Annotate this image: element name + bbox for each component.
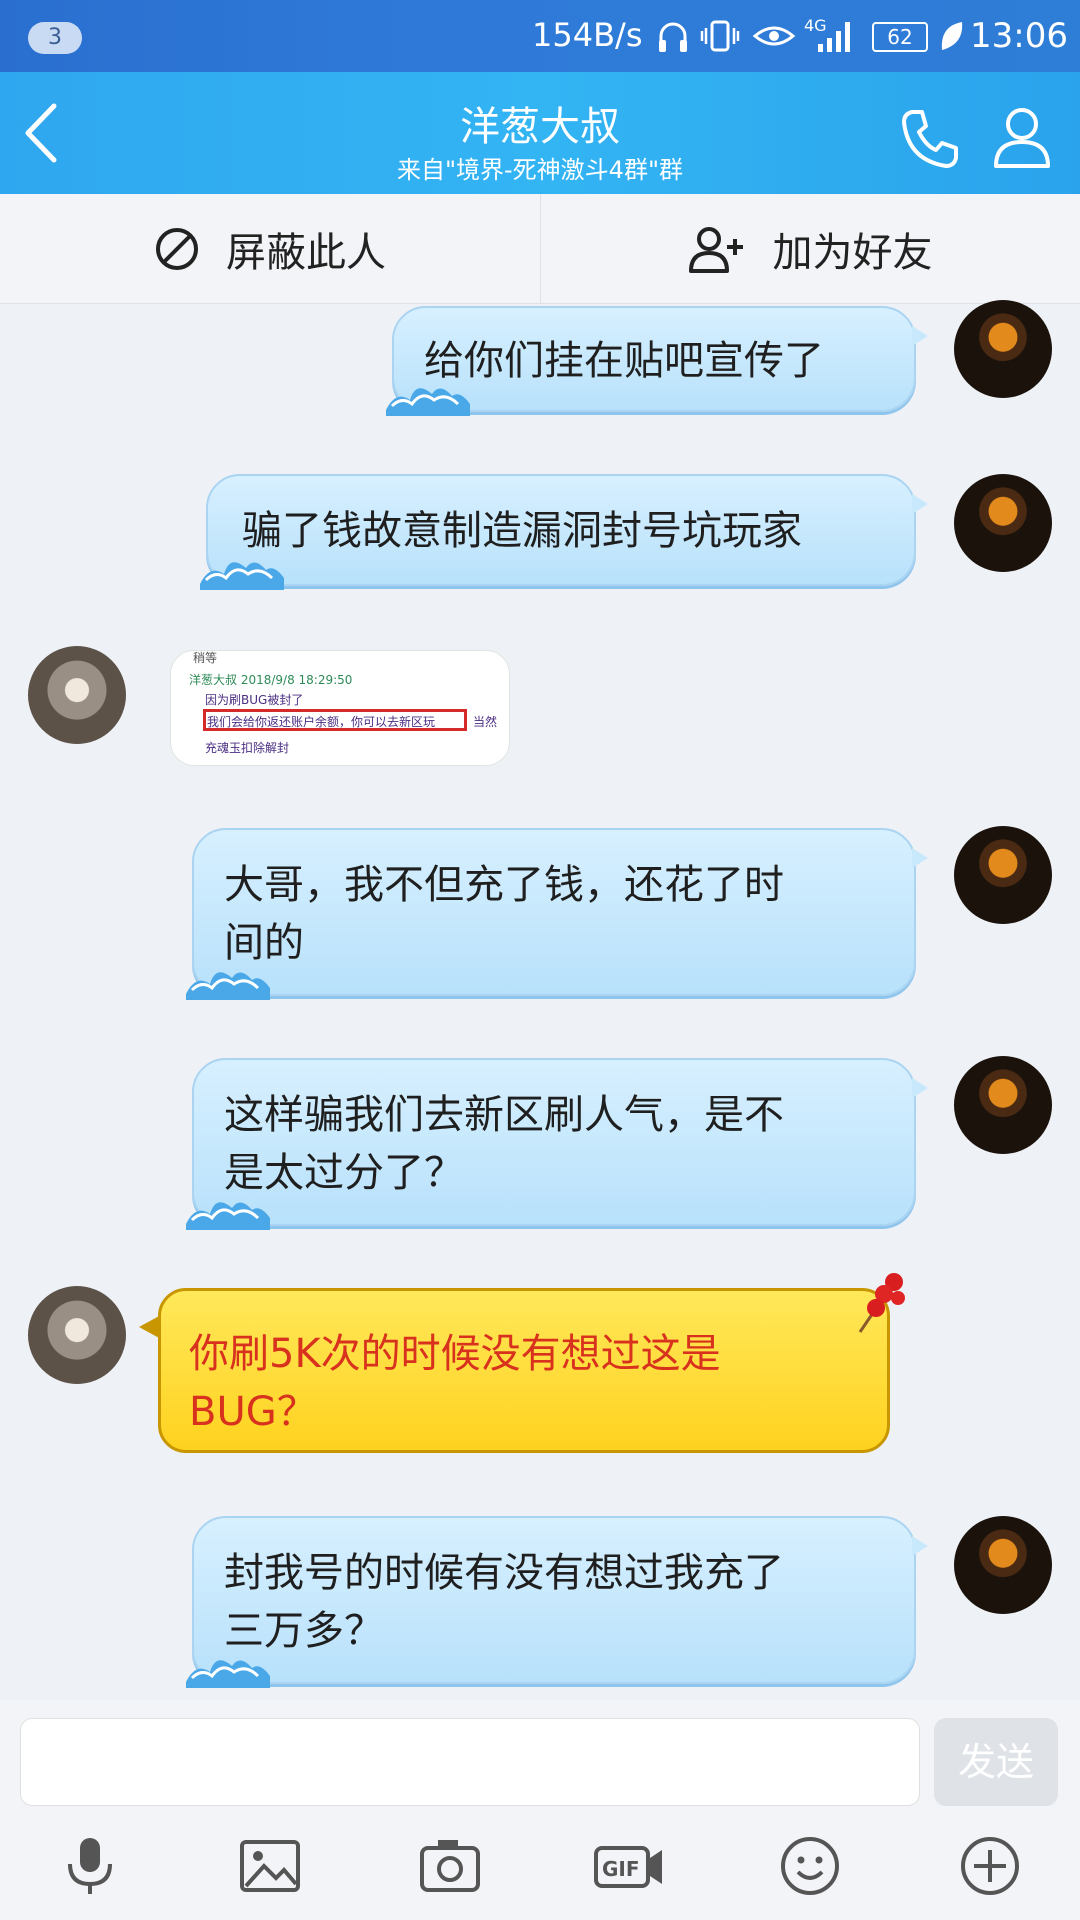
- message-text-line: BUG？: [189, 1389, 317, 1435]
- wave-decoration-icon: [186, 1202, 270, 1230]
- svg-text:GIF: GIF: [602, 1857, 640, 1881]
- send-button[interactable]: 发送: [934, 1718, 1058, 1806]
- image-message[interactable]: 稍等 洋葱大叔 2018/9/8 18:29:50 因为刷BUG被封了 我们会给…: [170, 650, 510, 766]
- message-text-line: 大哥，我不但充了钱，还花了时: [224, 862, 784, 908]
- leaf-icon: [941, 22, 963, 50]
- eye-icon: [752, 26, 796, 46]
- block-icon: [156, 228, 198, 270]
- wave-decoration-icon: [186, 972, 270, 1000]
- add-friend-button[interactable]: 加为好友: [540, 194, 1080, 304]
- image-text-line: 当然: [473, 715, 498, 729]
- image-icon[interactable]: [238, 1834, 302, 1898]
- headphones-icon: [659, 22, 687, 52]
- block-label: 屏蔽此人: [226, 230, 386, 276]
- signal-icon: [818, 22, 850, 52]
- mic-icon[interactable]: [58, 1834, 122, 1898]
- message-bubble-received[interactable]: 你刷5K次的时候没有想过这是 BUG？: [139, 1288, 890, 1453]
- add-friend-label: 加为好友: [772, 230, 933, 276]
- vibrate-icon: [700, 20, 740, 52]
- message-bubble-sent[interactable]: 封我号的时候有没有想过我充了 三万多？: [186, 1516, 928, 1688]
- message-bubble-sent[interactable]: 大哥，我不但充了钱，还花了时 间的: [186, 828, 928, 1000]
- gif-icon[interactable]: GIF: [594, 1834, 664, 1898]
- emoji-icon[interactable]: [778, 1834, 842, 1898]
- message-text: 骗了钱故意制造漏洞封号坑玩家: [242, 508, 802, 554]
- network-speed: 154B/s: [532, 16, 643, 54]
- image-text-line: 充魂玉扣除解封: [205, 741, 290, 755]
- image-text-line: 我们会给你返还账户余额，你可以去新区玩: [207, 715, 436, 729]
- plus-icon[interactable]: [958, 1834, 1022, 1898]
- status-bar: 3 154B/s 4G 62 13:06: [0, 0, 1080, 72]
- message-bubble-sent[interactable]: 给你们挂在贴吧宣传了: [386, 306, 928, 416]
- stranger-action-bar: 屏蔽此人 加为好友: [0, 194, 1080, 304]
- my-avatar[interactable]: [954, 474, 1052, 572]
- image-text-line: 稍等: [193, 651, 218, 665]
- message-text-line: 三万多？: [224, 1608, 384, 1654]
- my-avatar[interactable]: [954, 300, 1052, 398]
- block-button[interactable]: 屏蔽此人: [0, 194, 540, 304]
- my-avatar[interactable]: [954, 1056, 1052, 1154]
- message-text-line: 你刷5K次的时候没有想过这是: [189, 1331, 721, 1377]
- message-bubble-sent[interactable]: 这样骗我们去新区刷人气，是不 是太过分了？: [186, 1058, 928, 1230]
- contact-avatar[interactable]: [28, 1286, 126, 1384]
- message-text-line: 封我号的时候有没有想过我充了: [224, 1550, 784, 1596]
- message-text: 给你们挂在贴吧宣传了: [424, 338, 824, 384]
- wave-decoration-icon: [200, 562, 284, 590]
- add-friend-icon: [688, 227, 743, 273]
- contact-avatar[interactable]: [28, 646, 126, 744]
- image-text-line: 洋葱大叔 2018/9/8 18:29:50: [189, 673, 353, 687]
- input-bar: 发送 GIF: [0, 1700, 1080, 1920]
- message-text-line: 这样骗我们去新区刷人气，是不: [224, 1092, 784, 1138]
- wave-decoration-icon: [186, 1660, 270, 1688]
- my-avatar[interactable]: [954, 1516, 1052, 1614]
- clock: 13:06: [970, 16, 1068, 56]
- my-avatar[interactable]: [954, 826, 1052, 924]
- profile-icon[interactable]: [990, 104, 1054, 170]
- phone-icon[interactable]: [898, 106, 962, 170]
- battery-level: 62: [887, 25, 913, 49]
- wave-decoration-icon: [386, 388, 470, 416]
- candy-hawthorn-icon: [858, 1273, 905, 1333]
- message-input[interactable]: [20, 1718, 920, 1806]
- battery-icon: 62: [872, 22, 928, 52]
- camera-icon[interactable]: [418, 1834, 482, 1898]
- message-text-line: 是太过分了？: [224, 1150, 464, 1196]
- message-bubble-sent[interactable]: 骗了钱故意制造漏洞封号坑玩家: [200, 474, 928, 590]
- notification-count-badge: 3: [28, 22, 82, 54]
- image-text-line: 因为刷BUG被封了: [205, 693, 304, 707]
- chat-header: 洋葱大叔 来自"境界-死神激斗4群"群: [0, 72, 1080, 194]
- message-text-line: 间的: [224, 920, 304, 966]
